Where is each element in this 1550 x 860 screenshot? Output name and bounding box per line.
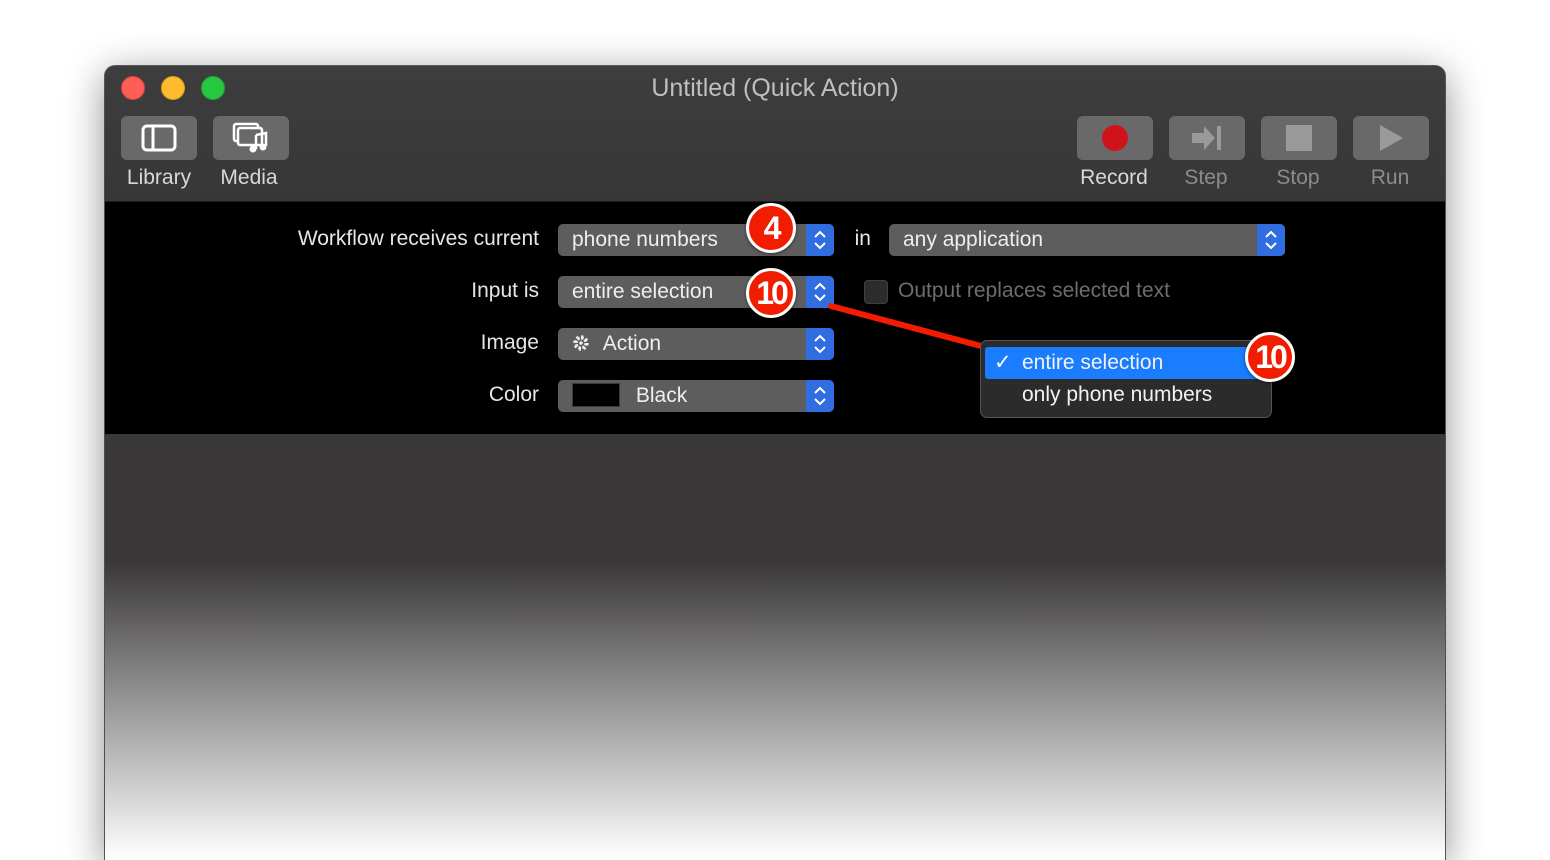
callout-badge: 4 (746, 203, 796, 253)
menu-item-label: entire selection (1022, 351, 1164, 374)
menu-item-label: only phone numbers (1022, 383, 1213, 406)
callout-connector (828, 303, 984, 349)
callout-badge: 10 (746, 268, 796, 318)
callout-badge: 10 (1245, 332, 1295, 382)
checkmark-icon: ✓ (994, 351, 1012, 374)
input-dropdown-menu: ✓ entire selection only phone numbers (980, 340, 1272, 418)
menu-item-entire-selection[interactable]: ✓ entire selection (985, 347, 1267, 379)
menu-item-only-phone-numbers[interactable]: only phone numbers (985, 379, 1267, 411)
